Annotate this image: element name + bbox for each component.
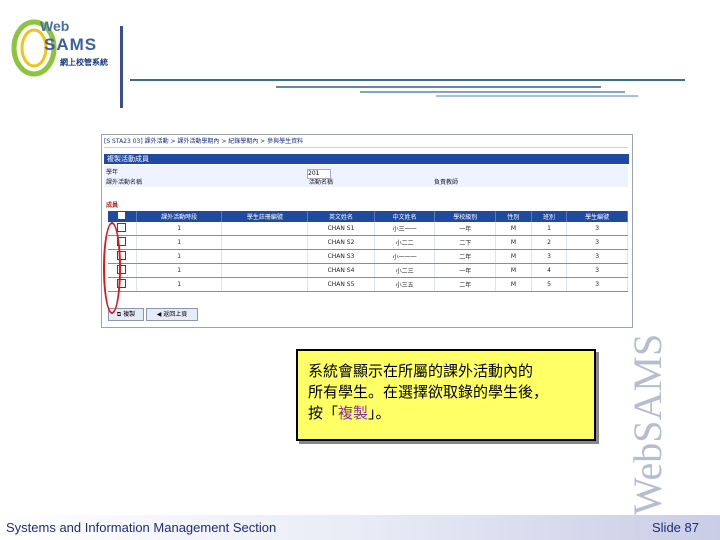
callout-line-1: 系統會顯示在所屬的課外活動內的 [308,362,534,380]
table-cell [221,222,309,236]
table-cell: 小二二 [374,235,436,250]
section-title: 複製活動成員 [104,154,629,164]
table-row: 1 CHAN S2 小二二 二下 M 2 3 [108,235,628,250]
logo-sams-text: SAMS [44,35,98,54]
header-line-3 [360,91,625,93]
year-label: 學年 [106,169,119,176]
student-table: 課外活動時段 學生註冊編號 英文姓名 中文姓名 學校級別 性別 班別 學生編號 … [108,211,628,292]
checkbox-highlight-oval [103,222,121,314]
copy-icon: ⧉ [116,311,122,318]
column-header: 班別 [531,211,568,222]
table-cell: M [495,263,532,278]
back-arrow-icon: ◀ [156,311,162,318]
column-header: 中文姓名 [374,211,436,222]
year-field[interactable]: 201 [307,169,331,179]
table-cell: 二下 [434,235,497,250]
table-cell [221,277,309,292]
callout-line-3: 按「複製」。 [308,403,588,424]
instruction-callout: 系統會顯示在所屬的課外活動內的 所有學生。在選擇欲取錄的學生後， 按「複製」。 [296,349,596,441]
callout-line-2: 所有學生。在選擇欲取錄的學生後， [308,383,549,401]
table-cell: 小二三 [374,263,436,278]
table-cell: 1 [136,263,223,278]
table-cell: CHAN S4 [307,263,375,278]
table-cell [221,249,309,264]
column-header: 性別 [495,211,532,222]
callout-highlight: 複製 [338,404,369,422]
table-cell: 一年 [434,263,497,278]
copy-button-label: 複製 [123,311,136,318]
column-header: 學生註冊編號 [221,211,309,222]
table-cell: 1 [136,222,223,236]
table-cell: CHAN S3 [307,249,375,264]
table-cell: CHAN S1 [307,222,375,236]
callout-line-3-pre: 按「 [308,404,339,422]
activity-label: 課外活動名稱 [106,179,143,186]
students-label: 成員 [106,202,119,209]
table-cell: 小一一一 [374,249,436,264]
select-all-header[interactable] [108,211,137,222]
table-cell: 3 [566,222,628,236]
table-cell: 小三一一 [374,222,436,236]
table-cell: 一年 [434,222,497,236]
slide-number: Slide 87 [652,520,699,535]
table-cell: 小三五 [374,277,436,292]
callout-text: 系統會顯示在所屬的課外活動內的 所有學生。在選擇欲取錄的學生後， 按「複製」。 [308,361,588,424]
table-cell: 二年 [434,277,497,292]
table-cell: CHAN S2 [307,235,375,250]
table-cell: 3 [566,249,628,264]
header-line-1 [130,79,685,81]
table-cell: M [495,249,532,264]
select-all-checkbox[interactable] [117,211,127,220]
table-cell: 二年 [434,249,497,264]
table-cell: M [495,222,532,236]
table-row: 1 CHAN S4 小二三 一年 M 4 3 [108,263,628,278]
table-row: 1 CHAN S5 小三五 二年 M 5 3 [108,277,628,292]
footer-section-name: Systems and Information Management Secti… [6,520,277,535]
column-header: 課外活動時段 [136,211,223,222]
table-cell: 1 [136,277,223,292]
table-cell: 1 [136,249,223,264]
table-cell: 3 [566,263,628,278]
table-cell: 3 [531,249,568,264]
column-header: 學生編號 [566,211,628,222]
table-header-row: 課外活動時段 學生註冊編號 英文姓名 中文姓名 學校級別 性別 班別 學生編號 [108,211,628,222]
table-cell [221,263,309,278]
table-cell: 3 [566,235,628,250]
header-vertical-divider [120,26,123,108]
table-cell: CHAN S5 [307,277,375,292]
screenshot-panel: [S STA23 03] 課外活動 > 課外活動學期內 > 紀錄學期內 > 參與… [101,134,633,328]
table-row: 1 CHAN S3 小一一一 二年 M 3 3 [108,249,628,264]
table-cell: 3 [566,277,628,292]
logo-web-text: Web [40,18,70,34]
logo-subtitle: 網上校管系統 [60,58,108,67]
form-area: 學年 課外活動名稱 活動名稱 負責教師 [104,165,628,187]
callout-line-3-post: 」。 [368,404,391,422]
column-header: 學校級別 [434,211,497,222]
screen-title-bar: [S STA23 03] 課外活動 > 課外活動學期內 > 紀錄學期內 > 參與… [104,137,628,148]
teacher-label: 負責教師 [434,179,459,186]
table-cell: 5 [531,277,568,292]
table-cell: M [495,277,532,292]
header-line-4 [436,95,638,97]
header-line-2 [276,86,601,88]
table-cell [221,235,309,250]
table-cell: 1 [136,235,223,250]
back-button-label: 返回上頁 [163,311,188,318]
row-checkbox[interactable] [117,223,127,232]
websams-watermark: WebSAMS [625,333,670,515]
column-header: 英文姓名 [307,211,375,222]
table-cell: 1 [531,222,568,236]
table-cell: M [495,235,532,250]
table-cell: 4 [531,263,568,278]
back-button[interactable]: ◀ 返回上頁 [146,308,198,321]
table-row: 1 CHAN S1 小三一一 一年 M 1 3 [108,222,628,236]
table-cell: 2 [531,235,568,250]
